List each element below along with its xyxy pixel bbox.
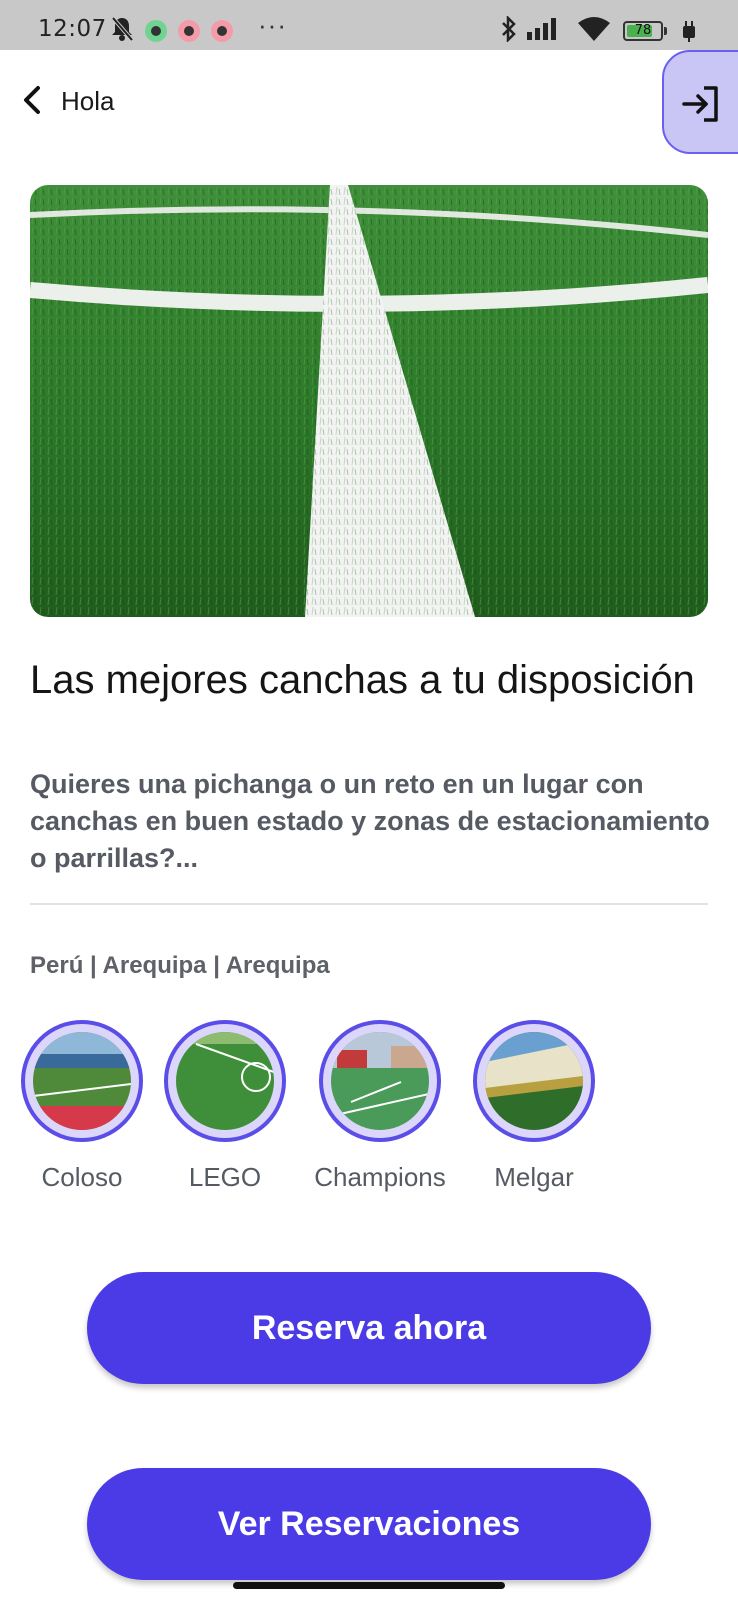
- app-bar: Hola: [0, 50, 738, 154]
- reserve-now-button[interactable]: Reserva ahora: [87, 1272, 651, 1384]
- home-indicator[interactable]: [233, 1582, 505, 1589]
- charging-icon: [683, 21, 695, 42]
- battery-level: 78: [634, 23, 652, 38]
- venue-avatar: [164, 1020, 286, 1142]
- view-reservations-button[interactable]: Ver Reservaciones: [87, 1468, 651, 1580]
- hero-field-image: [30, 185, 708, 617]
- location-breadcrumb: Perú | Arequipa | Arequipa: [30, 952, 330, 979]
- battery-icon: 78: [623, 21, 667, 41]
- back-button[interactable]: [14, 80, 54, 120]
- more-dots-icon: ···: [258, 10, 287, 40]
- venue-champions-photo: [331, 1032, 429, 1130]
- venue-lego-photo: [176, 1032, 274, 1130]
- venue-label: Champions: [314, 1162, 446, 1192]
- status-time: 12:07: [38, 16, 107, 42]
- venue-label: Coloso: [41, 1162, 123, 1192]
- signal-icon: [527, 18, 556, 40]
- venue-coloso-photo: [33, 1032, 131, 1130]
- headline: Las mejores canchas a tu disposición: [30, 658, 695, 702]
- description: Quieres una pichanga o un reto en un lug…: [30, 769, 710, 873]
- chevron-left-icon: [24, 86, 40, 114]
- venue-melgar-photo: [485, 1032, 583, 1130]
- venue-item-champions[interactable]: Champions: [305, 1020, 455, 1193]
- bell-off-icon: [111, 16, 134, 42]
- divider: [30, 903, 708, 905]
- venue-avatar: [319, 1020, 441, 1142]
- login-arrow-icon: [682, 86, 718, 122]
- venue-item-melgar[interactable]: Melgar: [459, 1020, 609, 1193]
- venue-label: LEGO: [188, 1162, 262, 1192]
- wifi-icon: [578, 17, 610, 41]
- status-bar: 12:07 ··· 78: [0, 0, 738, 50]
- whatsapp-icon: [145, 20, 167, 42]
- venue-item-lego[interactable]: LEGO: [150, 1020, 300, 1193]
- venue-label: Melgar: [494, 1162, 574, 1192]
- venue-avatar: [21, 1020, 143, 1142]
- logout-button[interactable]: [662, 50, 738, 154]
- gmail-icon: [211, 20, 233, 42]
- bluetooth-icon: [502, 16, 516, 42]
- venue-item-coloso[interactable]: Coloso: [7, 1020, 157, 1193]
- venue-avatar: [473, 1020, 595, 1142]
- page-title: Hola: [61, 86, 115, 116]
- gmail-icon: [178, 20, 200, 42]
